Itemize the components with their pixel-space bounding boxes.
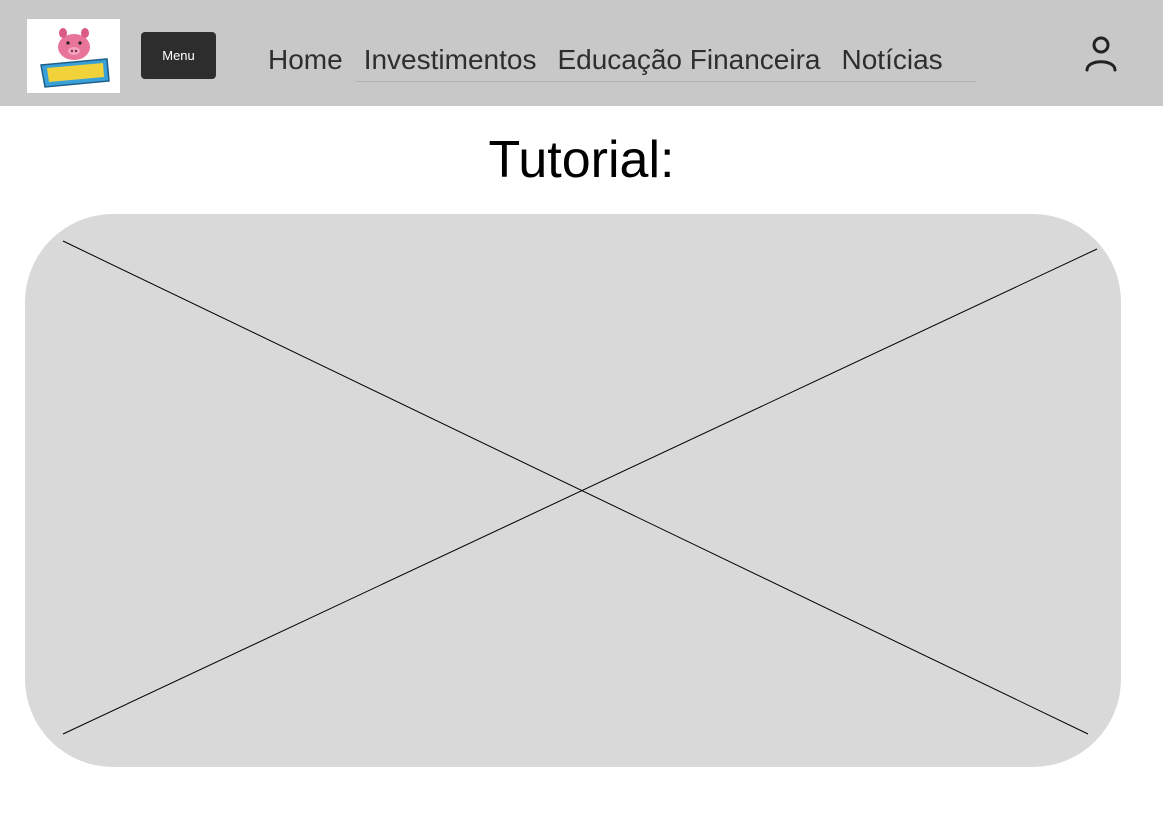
nav-noticias-link[interactable]: Notícias	[842, 40, 943, 80]
brand-logo[interactable]	[27, 19, 120, 93]
nav-divider	[356, 81, 976, 82]
page-title: Tutorial:	[488, 131, 675, 189]
top-navigation-bar: Menu Home Investimentos Educação Finance…	[0, 0, 1163, 106]
user-icon[interactable]	[1082, 34, 1120, 74]
nav-educacao-financeira-link[interactable]: Educação Financeira	[557, 40, 820, 80]
image-placeholder	[25, 214, 1121, 767]
main-nav: Home Investimentos Educação Financeira N…	[268, 40, 964, 80]
nav-home-link[interactable]: Home	[268, 40, 343, 80]
nav-investimentos-link[interactable]: Investimentos	[364, 40, 537, 80]
pig-logo-icon	[40, 28, 110, 88]
menu-button[interactable]: Menu	[141, 32, 216, 79]
placeholder-cross-icon	[62, 240, 1098, 735]
